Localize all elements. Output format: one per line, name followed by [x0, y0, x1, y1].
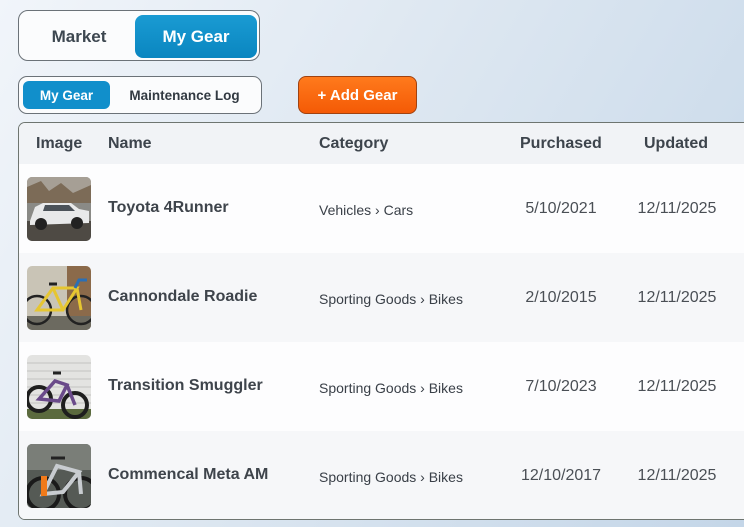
gear-name[interactable]: Commencal Meta AM — [108, 466, 268, 484]
gear-table: Image Name Category Purchased Updated To… — [18, 122, 744, 520]
main-view-switcher: Market My Gear — [18, 10, 260, 61]
gear-name[interactable]: Cannondale Roadie — [108, 288, 257, 306]
table-header: Image Name Category Purchased Updated — [19, 123, 744, 165]
gear-category: Sporting Goods › Bikes — [319, 291, 463, 307]
gear-thumbnail-mtb-purple — [27, 355, 91, 419]
gear-name[interactable]: Toyota 4Runner — [108, 199, 229, 217]
subtab-my-gear[interactable]: My Gear — [23, 81, 110, 109]
table-row[interactable]: Transition Smuggler Sporting Goods › Bik… — [19, 342, 744, 432]
header-purchased[interactable]: Purchased — [520, 135, 602, 153]
subtab-maintenance-log[interactable]: Maintenance Log — [112, 81, 257, 109]
gear-subview-switcher: My Gear Maintenance Log — [18, 76, 262, 114]
tab-my-gear[interactable]: My Gear — [135, 15, 257, 58]
gear-updated-date: 12/11/2025 — [637, 378, 717, 395]
header-name[interactable]: Name — [108, 135, 152, 153]
table-row[interactable]: Toyota 4Runner Vehicles › Cars 5/10/2021… — [19, 164, 744, 254]
gear-thumbnail-road-bike — [27, 266, 91, 330]
gear-updated-date: 12/11/2025 — [637, 289, 717, 306]
gear-updated-date: 12/11/2025 — [637, 200, 717, 217]
add-gear-button[interactable]: + Add Gear — [298, 76, 417, 114]
gear-name[interactable]: Transition Smuggler — [108, 377, 263, 395]
table-row[interactable]: Cannondale Roadie Sporting Goods › Bikes… — [19, 253, 744, 343]
gear-category: Sporting Goods › Bikes — [319, 380, 463, 396]
tab-market[interactable]: Market — [23, 15, 135, 58]
table-row[interactable]: Commencal Meta AM Sporting Goods › Bikes… — [19, 431, 744, 519]
gear-category: Vehicles › Cars — [319, 202, 414, 218]
header-updated[interactable]: Updated — [644, 135, 708, 153]
header-category[interactable]: Category — [319, 135, 388, 153]
header-image[interactable]: Image — [36, 135, 82, 153]
gear-thumbnail-mtb-silver — [27, 444, 91, 508]
gear-category: Sporting Goods › Bikes — [319, 469, 463, 485]
gear-updated-date: 12/11/2025 — [637, 467, 717, 484]
gear-thumbnail-suv — [27, 177, 91, 241]
